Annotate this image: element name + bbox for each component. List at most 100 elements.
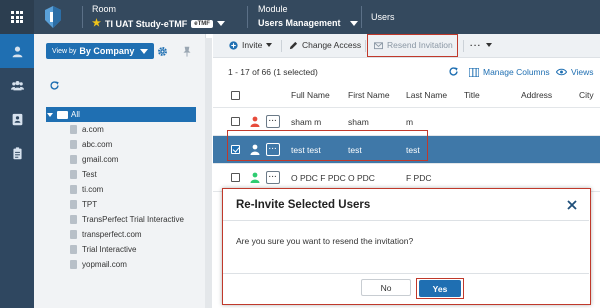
record-count: 1 - 17 of 66 (1 selected) bbox=[228, 67, 318, 77]
dialog-divider bbox=[223, 273, 589, 274]
change-access-button[interactable]: Change Access bbox=[289, 40, 361, 50]
tree-item-label: gmail.com bbox=[82, 155, 119, 164]
toolbar-divider bbox=[463, 40, 464, 52]
close-icon[interactable] bbox=[566, 199, 578, 211]
file-icon bbox=[70, 170, 77, 179]
dialog-message: Are you sure you want to resend the invi… bbox=[236, 236, 414, 246]
chevron-down-icon[interactable] bbox=[349, 20, 358, 26]
chevron-down-icon bbox=[485, 43, 492, 47]
file-icon bbox=[70, 125, 77, 134]
rail-contacts[interactable] bbox=[0, 102, 34, 136]
no-button[interactable]: No bbox=[361, 279, 411, 296]
row-checkbox[interactable] bbox=[231, 173, 240, 182]
file-icon bbox=[70, 155, 77, 164]
tree-item-label: TPT bbox=[82, 200, 98, 209]
pin-icon[interactable] bbox=[182, 46, 192, 57]
app-logo-icon bbox=[45, 6, 61, 28]
yes-highlight-box bbox=[416, 278, 464, 299]
chevron-down-icon[interactable] bbox=[216, 21, 225, 26]
page-title: Users bbox=[371, 12, 395, 22]
pencil-icon bbox=[289, 41, 298, 49]
column-header[interactable]: Address bbox=[521, 90, 552, 100]
view-by-prefix: View by bbox=[52, 47, 77, 55]
column-header[interactable]: Title bbox=[464, 90, 480, 100]
apps-grid-icon[interactable] bbox=[0, 0, 34, 34]
tree-item[interactable]: TransPerfect Trial Interactive bbox=[46, 212, 196, 227]
cell-first-name: O PDC bbox=[348, 173, 375, 183]
rail-users[interactable] bbox=[0, 34, 34, 68]
columns-icon bbox=[469, 67, 479, 77]
file-icon bbox=[70, 140, 77, 149]
toolbar-divider bbox=[365, 40, 366, 52]
manage-columns-label: Manage Columns bbox=[483, 67, 550, 77]
more-actions-button[interactable]: ··· bbox=[470, 40, 492, 50]
view-by-value: By Company bbox=[79, 46, 135, 56]
room-label: Room bbox=[92, 4, 117, 14]
view-by-dropdown[interactable]: View by By Company bbox=[46, 43, 155, 59]
room-name: TI UAT Study-eTMF bbox=[104, 18, 188, 29]
tree-item[interactable]: transperfect.com bbox=[46, 227, 196, 242]
tree-item[interactable]: abc.com bbox=[46, 137, 196, 152]
gear-icon[interactable] bbox=[157, 46, 168, 57]
cell-last-name: m bbox=[406, 117, 414, 127]
more-dots-icon: ··· bbox=[470, 40, 482, 50]
company-tree: All a.com abc.com gmail.com Test ti.com … bbox=[46, 107, 196, 272]
tree-root-label: All bbox=[71, 110, 80, 119]
add-circle-icon bbox=[229, 40, 238, 50]
column-header[interactable]: City bbox=[579, 90, 594, 100]
tree-root-all[interactable]: All bbox=[46, 107, 196, 122]
row-checkbox[interactable] bbox=[231, 117, 240, 126]
file-icon bbox=[70, 230, 77, 239]
cell-full-name: O PDC F PDC bbox=[291, 173, 346, 183]
file-icon bbox=[70, 215, 77, 224]
change-access-label: Change Access bbox=[302, 40, 362, 50]
dialog-divider bbox=[223, 220, 589, 221]
select-all-checkbox[interactable] bbox=[231, 91, 240, 100]
column-header[interactable]: Full Name bbox=[291, 90, 330, 100]
toolbar-divider bbox=[281, 40, 282, 52]
tree-item-label: Trial Interactive bbox=[82, 245, 137, 254]
tree-item[interactable]: ti.com bbox=[46, 182, 196, 197]
tree-item[interactable]: Trial Interactive bbox=[46, 242, 196, 257]
contact-card-icon bbox=[12, 113, 22, 125]
tree-item[interactable]: yopmail.com bbox=[46, 257, 196, 272]
views-button[interactable]: Views bbox=[556, 67, 594, 77]
eye-icon bbox=[556, 68, 567, 76]
refresh-icon[interactable] bbox=[448, 66, 459, 77]
tree-item[interactable]: gmail.com bbox=[46, 152, 196, 167]
module-name: Users Management bbox=[258, 18, 341, 28]
company-panel: View by By Company All a.com abc.com gma… bbox=[34, 34, 206, 308]
invite-button[interactable]: Invite bbox=[229, 40, 273, 50]
cell-full-name: sham m bbox=[291, 117, 322, 127]
cell-first-name: sham bbox=[348, 117, 369, 127]
tree-item[interactable]: Test bbox=[46, 167, 196, 182]
panel-scrollbar[interactable] bbox=[205, 38, 212, 308]
row-more-button[interactable]: ··· bbox=[266, 115, 280, 128]
rail-clipboard[interactable] bbox=[0, 136, 34, 170]
dialog-title: Re-Invite Selected Users bbox=[236, 199, 371, 211]
tree-item[interactable]: TPT bbox=[46, 197, 196, 212]
listing-bar: 1 - 17 of 66 (1 selected) Manage Columns… bbox=[213, 58, 600, 84]
user-icon bbox=[12, 45, 22, 57]
expand-caret-icon[interactable] bbox=[47, 112, 53, 117]
module-selector[interactable]: Module Users Management bbox=[258, 4, 358, 28]
rail-groups[interactable] bbox=[0, 68, 34, 102]
clipboard-icon bbox=[12, 146, 22, 159]
folder-icon bbox=[57, 110, 68, 119]
manage-columns-button[interactable]: Manage Columns bbox=[469, 67, 550, 77]
column-header[interactable]: Last Name bbox=[406, 90, 447, 100]
tree-item[interactable]: a.com bbox=[46, 122, 196, 137]
row-highlight-box bbox=[227, 130, 428, 161]
row-more-button[interactable]: ··· bbox=[266, 171, 280, 184]
favorite-star-icon[interactable]: ★ bbox=[92, 18, 101, 29]
refresh-icon[interactable] bbox=[49, 80, 60, 91]
file-icon bbox=[70, 200, 77, 209]
room-badge: eTMF bbox=[191, 19, 213, 28]
column-header[interactable]: First Name bbox=[348, 90, 390, 100]
room-selector[interactable]: Room ★ TI UAT Study-eTMF eTMF bbox=[92, 4, 225, 29]
views-label: Views bbox=[571, 67, 594, 77]
top-bar: Room ★ TI UAT Study-eTMF eTMF Module Use… bbox=[0, 0, 600, 34]
tree-item-label: TransPerfect Trial Interactive bbox=[82, 215, 184, 224]
left-rail bbox=[0, 34, 34, 308]
chevron-down-icon bbox=[266, 43, 273, 47]
